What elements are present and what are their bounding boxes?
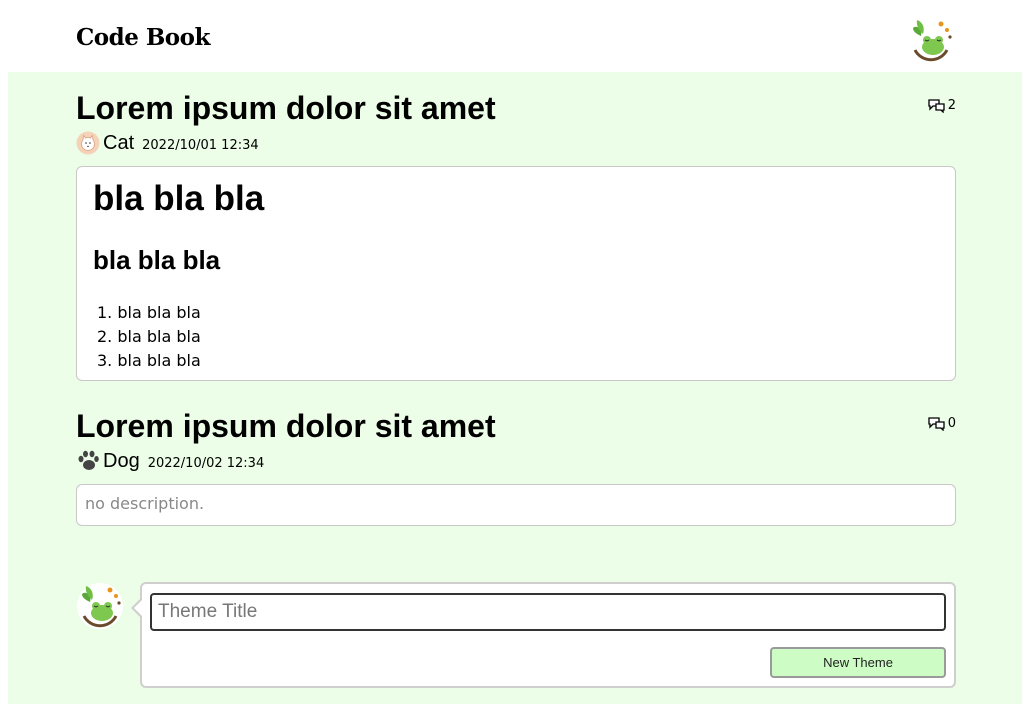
theme-item: Lorem ipsum dolor sit amet 0 Dog 2022/10…	[76, 408, 956, 528]
theme-description: bla bla bla bla bla bla bla bla bla bla …	[76, 166, 956, 381]
comment-count[interactable]: 2	[928, 98, 956, 113]
comment-bubbles-icon	[928, 98, 945, 113]
theme-item: Lorem ipsum dolor sit amet 2 Cat 2022/10…	[76, 90, 956, 381]
empty-description: no description.	[85, 494, 205, 513]
author-name[interactable]: Dog	[103, 450, 140, 473]
theme-meta: Cat 2022/10/01 12:34	[76, 130, 259, 156]
comment-count[interactable]: 0	[928, 416, 956, 431]
description-list: bla bla bla bla bla bla bla bla bla	[97, 301, 200, 373]
comment-count-value: 2	[947, 98, 956, 113]
cat-avatar-icon	[76, 131, 100, 155]
list-item: bla bla bla	[97, 325, 200, 349]
post-date: 2022/10/01 12:34	[142, 137, 259, 153]
description-heading-1: bla bla bla	[93, 179, 265, 218]
site-title[interactable]: Code Book	[76, 24, 210, 51]
comment-bubbles-icon	[928, 416, 945, 431]
frog-avatar-icon[interactable]	[907, 16, 955, 64]
list-item: bla bla bla	[97, 349, 200, 373]
theme-title[interactable]: Lorem ipsum dolor sit amet	[76, 90, 496, 127]
list-item: bla bla bla	[97, 301, 200, 325]
theme-description: no description.	[76, 484, 956, 526]
description-heading-2: bla bla bla	[93, 245, 221, 275]
frog-avatar-icon	[77, 583, 123, 629]
comment-count-value: 0	[947, 416, 956, 431]
author-name[interactable]: Cat	[103, 132, 134, 155]
theme-title-input[interactable]	[150, 593, 946, 631]
theme-meta: Dog 2022/10/02 12:34	[76, 448, 264, 474]
theme-title[interactable]: Lorem ipsum dolor sit amet	[76, 408, 496, 445]
paw-icon	[78, 450, 99, 470]
site-header: Code Book	[0, 0, 1030, 72]
new-theme-button[interactable]: New Theme	[770, 647, 946, 678]
post-date: 2022/10/02 12:34	[147, 455, 265, 471]
new-theme-form: New Theme	[131, 582, 956, 688]
